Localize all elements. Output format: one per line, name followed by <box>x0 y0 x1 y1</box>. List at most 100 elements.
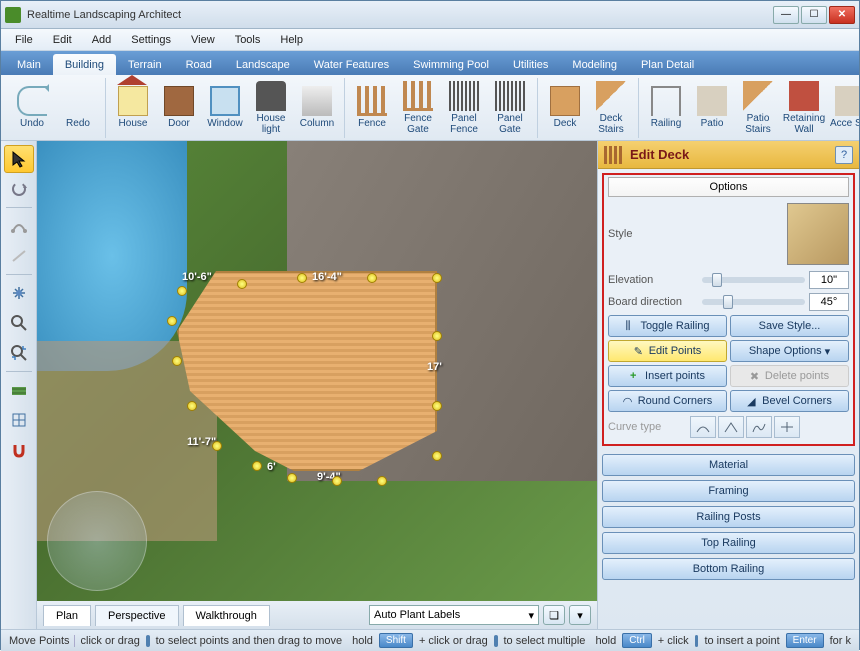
panel-fence-button[interactable]: Panel Fence <box>441 78 487 138</box>
menu-settings[interactable]: Settings <box>121 32 181 48</box>
hatch-tool[interactable] <box>4 376 34 404</box>
house-button[interactable]: House <box>110 78 156 138</box>
tab-swimming-pool[interactable]: Swimming Pool <box>401 54 501 75</box>
shape-options-button[interactable]: Shape Options ▾ <box>730 340 849 362</box>
edit-point[interactable] <box>432 331 442 341</box>
undo-button[interactable]: Undo <box>9 78 55 138</box>
3d-viewport[interactable]: 10'-6"16'-4"17'11'-7"6'9'-4" <box>37 141 597 601</box>
fence-button[interactable]: Fence <box>349 78 395 138</box>
section-bottom-railing[interactable]: Bottom Railing <box>602 558 855 580</box>
patio-stairs-button[interactable]: Patio Stairs <box>735 78 781 138</box>
curve-type-3[interactable] <box>746 416 772 438</box>
view-tab-walkthrough[interactable]: Walkthrough <box>183 605 270 626</box>
window-button[interactable]: Window <box>202 78 248 138</box>
view-tab-plan[interactable]: Plan <box>43 605 91 626</box>
curve-tool[interactable] <box>4 212 34 240</box>
edit-point[interactable] <box>237 279 247 289</box>
deck-stairs-button[interactable]: Deck Stairs <box>588 78 634 138</box>
house-light-button[interactable]: House light <box>248 78 294 138</box>
edit-point[interactable] <box>432 401 442 411</box>
edit-point[interactable] <box>187 401 197 411</box>
options-header[interactable]: Options <box>608 177 849 197</box>
edit-point[interactable] <box>367 273 377 283</box>
section-railing-posts[interactable]: Railing Posts <box>602 506 855 528</box>
edit-point[interactable] <box>287 473 297 483</box>
redo-button[interactable]: Redo <box>55 78 101 138</box>
plant-labels-combo[interactable]: Auto Plant Labels▾ <box>369 605 539 625</box>
cursor-icon <box>494 635 498 647</box>
insert-points-button[interactable]: +Insert points <box>608 365 727 387</box>
tab-building[interactable]: Building <box>53 54 116 75</box>
toggle-railing-button[interactable]: ⫼Toggle Railing <box>608 315 727 337</box>
navigation-orb[interactable] <box>47 491 147 591</box>
edit-point[interactable] <box>432 273 442 283</box>
tab-modeling[interactable]: Modeling <box>560 54 629 75</box>
deck-button[interactable]: Deck <box>542 78 588 138</box>
edit-point[interactable] <box>212 441 222 451</box>
board-direction-input[interactable] <box>809 293 849 311</box>
line-tool[interactable] <box>4 242 34 270</box>
round-corners-button[interactable]: ◠Round Corners <box>608 390 727 412</box>
column-button[interactable]: Column <box>294 78 340 138</box>
edit-point[interactable] <box>297 273 307 283</box>
menu-tools[interactable]: Tools <box>225 32 271 48</box>
edit-point[interactable] <box>167 316 177 326</box>
help-button[interactable]: ? <box>835 146 853 164</box>
section-top-railing[interactable]: Top Railing <box>602 532 855 554</box>
acce-stri-button[interactable]: Acce Stri <box>827 78 859 138</box>
tab-plan-detail[interactable]: Plan Detail <box>629 54 706 75</box>
zoom-extents-tool[interactable] <box>4 339 34 367</box>
pan-tool[interactable] <box>4 279 34 307</box>
tab-main[interactable]: Main <box>5 54 53 75</box>
snap-tool[interactable] <box>4 436 34 464</box>
save-style-button[interactable]: Save Style... <box>730 315 849 337</box>
tab-road[interactable]: Road <box>174 54 224 75</box>
tab-terrain[interactable]: Terrain <box>116 54 174 75</box>
panel-gate-button[interactable]: Panel Gate <box>487 78 533 138</box>
layers-button[interactable]: ❏ <box>543 605 565 625</box>
tab-utilities[interactable]: Utilities <box>501 54 560 75</box>
style-thumbnail[interactable] <box>787 203 849 265</box>
edit-point[interactable] <box>172 356 182 366</box>
panel-title: Edit Deck <box>630 147 829 162</box>
app-icon <box>5 7 21 23</box>
curve-type-2[interactable] <box>718 416 744 438</box>
edit-point[interactable] <box>252 461 262 471</box>
edit-point[interactable] <box>177 286 187 296</box>
minimize-button[interactable]: — <box>773 6 799 24</box>
edit-point[interactable] <box>432 451 442 461</box>
edit-point[interactable] <box>377 476 387 486</box>
menu-file[interactable]: File <box>5 32 43 48</box>
close-button[interactable]: ✕ <box>829 6 855 24</box>
patio-button[interactable]: Patio <box>689 78 735 138</box>
menu-edit[interactable]: Edit <box>43 32 82 48</box>
dropdown-button[interactable]: ▾ <box>569 605 591 625</box>
retaining-wall-button[interactable]: Retaining Wall <box>781 78 827 138</box>
section-material[interactable]: Material <box>602 454 855 476</box>
railing-button[interactable]: Railing <box>643 78 689 138</box>
chevron-down-icon: ▾ <box>825 345 831 358</box>
edit-points-button[interactable]: ✎Edit Points <box>608 340 727 362</box>
tab-landscape[interactable]: Landscape <box>224 54 302 75</box>
curve-type-1[interactable] <box>690 416 716 438</box>
cursor-icon <box>146 635 150 647</box>
curve-type-4[interactable] <box>774 416 800 438</box>
edit-point[interactable] <box>332 476 342 486</box>
menu-add[interactable]: Add <box>82 32 122 48</box>
bevel-corners-button[interactable]: ◢Bevel Corners <box>730 390 849 412</box>
rotate-tool[interactable] <box>4 175 34 203</box>
view-tab-perspective[interactable]: Perspective <box>95 605 178 626</box>
tab-water-features[interactable]: Water Features <box>302 54 401 75</box>
grid-tool[interactable] <box>4 406 34 434</box>
board-direction-slider[interactable] <box>702 299 805 305</box>
select-tool[interactable] <box>4 145 34 173</box>
section-framing[interactable]: Framing <box>602 480 855 502</box>
door-button[interactable]: Door <box>156 78 202 138</box>
menu-help[interactable]: Help <box>270 32 313 48</box>
menu-view[interactable]: View <box>181 32 225 48</box>
maximize-button[interactable]: ☐ <box>801 6 827 24</box>
elevation-slider[interactable] <box>702 277 805 283</box>
fence-gate-button[interactable]: Fence Gate <box>395 78 441 138</box>
elevation-input[interactable] <box>809 271 849 289</box>
zoom-tool[interactable] <box>4 309 34 337</box>
